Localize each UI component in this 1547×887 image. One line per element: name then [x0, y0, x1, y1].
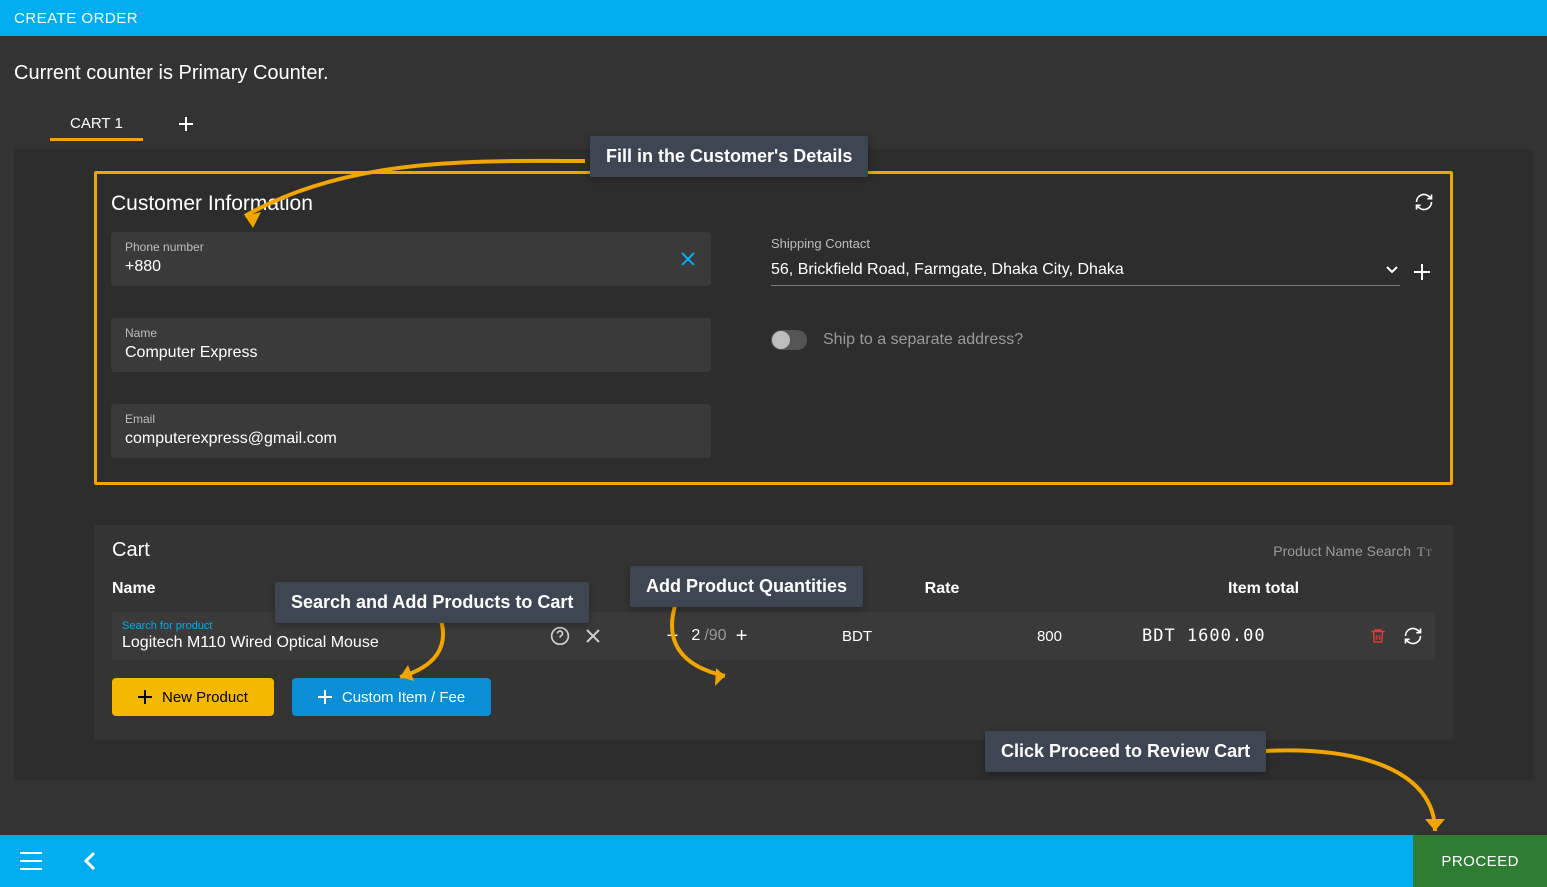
main-area: Current counter is Primary Counter. CART… [0, 36, 1547, 835]
bottom-bar: PROCEED [0, 835, 1547, 887]
plus-icon [179, 117, 193, 131]
new-product-label: New Product [162, 689, 248, 706]
custom-item-label: Custom Item / Fee [342, 689, 465, 706]
counter-text: Current counter is Primary Counter. [0, 36, 1547, 95]
rate-cell[interactable]: BDT 800 [802, 612, 1102, 660]
top-bar: CREATE ORDER [0, 0, 1547, 36]
email-field[interactable]: Email computerexpress@gmail.com [111, 404, 711, 458]
help-icon[interactable] [550, 626, 570, 646]
page-title: CREATE ORDER [14, 10, 138, 27]
text-format-icon: TT [1417, 544, 1435, 558]
content-panel: Customer Information Phone number +880 N… [14, 149, 1533, 780]
name-value: Computer Express [125, 344, 697, 362]
email-label: Email [125, 412, 697, 426]
qty-value: 2 [687, 627, 704, 645]
shipping-contact-select[interactable]: 56, Brickfield Road, Farmgate, Dhaka Cit… [771, 257, 1400, 286]
clear-phone-button[interactable] [681, 252, 695, 266]
search-mini-label: Search for product [122, 620, 213, 632]
svg-text:T: T [1426, 548, 1432, 558]
qty-plus-button[interactable]: + [727, 612, 757, 660]
plus-icon [318, 690, 332, 704]
phone-value: +880 [125, 258, 697, 276]
new-product-button[interactable]: New Product [112, 678, 274, 716]
rate-value: 800 [1037, 628, 1062, 645]
callout-search-products: Search and Add Products to Cart [275, 582, 589, 623]
custom-item-button[interactable]: Custom Item / Fee [292, 678, 491, 716]
qty-max: /90 [704, 627, 726, 645]
customer-title: Customer Information [111, 192, 1436, 216]
col-item-total: Item total [1092, 580, 1435, 598]
ship-separate-toggle[interactable] [771, 330, 807, 350]
phone-label: Phone number [125, 240, 697, 254]
close-icon [681, 252, 695, 266]
ship-separate-label: Ship to a separate address? [823, 331, 1023, 349]
callout-fill-customer: Fill in the Customer's Details [590, 136, 868, 177]
chevron-down-icon [1386, 266, 1398, 274]
quantity-stepper: − 2 /90 + [622, 612, 792, 660]
product-name-search[interactable]: Product Name Search TT [1273, 543, 1435, 559]
cart-title: Cart [112, 539, 1435, 562]
product-search-label: Product Name Search [1273, 543, 1411, 559]
email-value: computerexpress@gmail.com [125, 430, 697, 448]
refresh-customer-button[interactable] [1414, 192, 1434, 212]
shipping-contact-label: Shipping Contact [771, 236, 1436, 251]
item-total-cell: BDT 1600.00 [1112, 612, 1435, 660]
delete-icon[interactable] [1369, 626, 1387, 646]
product-name-value: Logitech M110 Wired Optical Mouse [122, 634, 379, 652]
toggle-knob [772, 331, 790, 349]
chevron-left-icon [82, 851, 96, 871]
customer-information-panel: Customer Information Phone number +880 N… [94, 171, 1453, 485]
add-tab-button[interactable] [179, 117, 193, 131]
name-label: Name [125, 326, 697, 340]
name-field[interactable]: Name Computer Express [111, 318, 711, 372]
callout-proceed: Click Proceed to Review Cart [985, 731, 1266, 772]
plus-icon [1414, 264, 1430, 280]
hamburger-icon [20, 852, 42, 870]
tab-cart-1[interactable]: CART 1 [50, 107, 143, 141]
proceed-label: PROCEED [1441, 853, 1519, 870]
close-icon[interactable] [586, 629, 600, 643]
menu-button[interactable] [14, 846, 48, 876]
callout-add-quantities: Add Product Quantities [630, 566, 863, 607]
phone-field[interactable]: Phone number +880 [111, 232, 711, 286]
plus-icon [138, 690, 152, 704]
cart-panel: Cart Product Name Search TT Name Quantit… [94, 525, 1453, 740]
item-total-value: BDT 1600.00 [1142, 626, 1266, 646]
add-shipping-button[interactable] [1414, 264, 1430, 280]
qty-minus-button[interactable]: − [657, 612, 687, 660]
rate-currency: BDT [842, 628, 872, 645]
refresh-icon[interactable] [1403, 626, 1423, 646]
back-button[interactable] [76, 845, 102, 877]
svg-text:T: T [1417, 544, 1425, 558]
shipping-address-value: 56, Brickfield Road, Farmgate, Dhaka Cit… [771, 261, 1124, 279]
refresh-icon [1414, 192, 1434, 212]
proceed-button[interactable]: PROCEED [1413, 835, 1547, 887]
